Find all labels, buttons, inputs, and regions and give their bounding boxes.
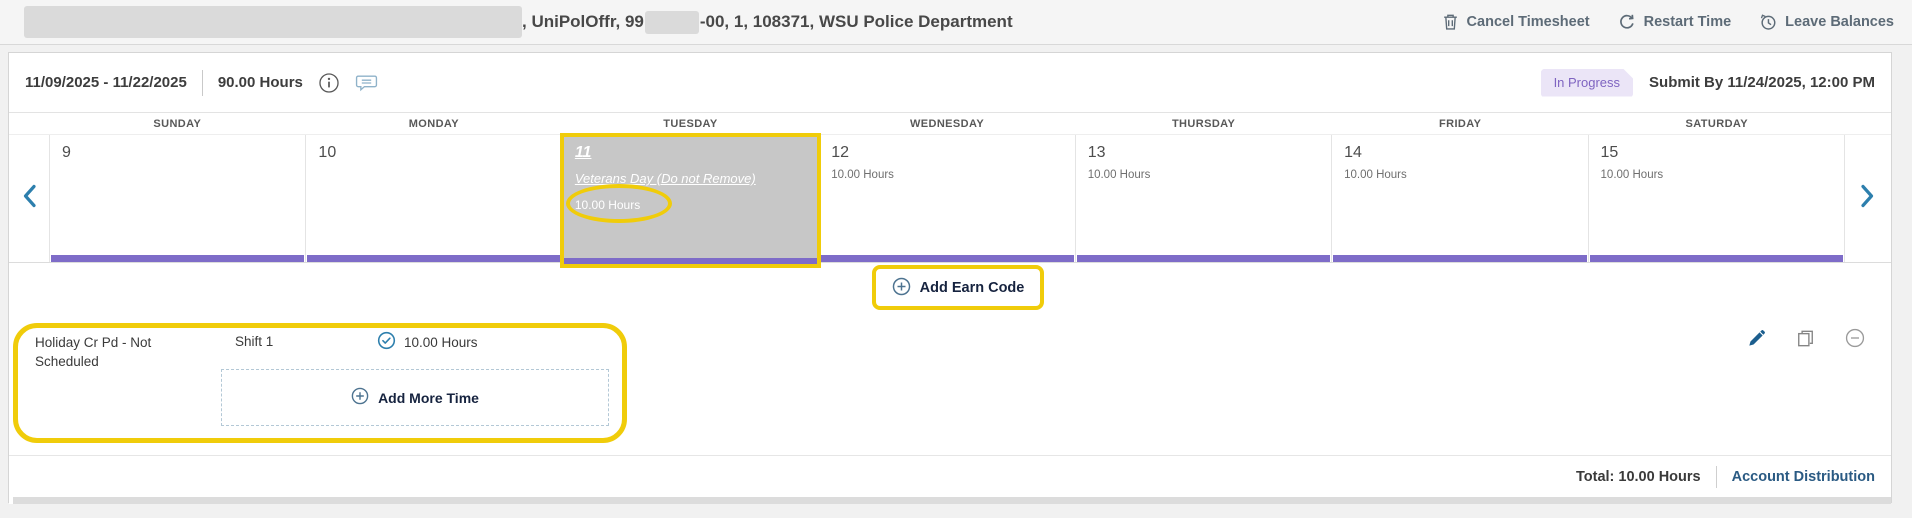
info-icon[interactable] — [318, 72, 340, 94]
plus-circle-icon — [892, 277, 911, 300]
earn-code-name: Holiday Cr Pd - Not Scheduled — [35, 335, 152, 369]
day-cell-10[interactable]: 10 — [305, 135, 561, 262]
redacted-position-number — [644, 10, 699, 34]
clock-history-icon — [1759, 13, 1777, 31]
chevron-right-icon — [1860, 184, 1875, 213]
timesheet-panel: 11/09/2025 - 11/22/2025 90.00 Hours In P… — [8, 52, 1892, 504]
day-number: 14 — [1344, 144, 1362, 161]
day-progress-bar — [1076, 255, 1331, 262]
day-cell-12[interactable]: 12 10.00 Hours — [818, 135, 1074, 262]
earn-code-entry-section: Holiday Cr Pd - Not Scheduled Shift 1 10… — [9, 313, 1891, 456]
divider — [201, 69, 203, 96]
day-progress-bar — [820, 255, 1074, 262]
cancel-timesheet-label: Cancel Timesheet — [1466, 14, 1590, 30]
add-earn-code-label: Add Earn Code — [919, 280, 1025, 296]
copy-icon[interactable] — [1796, 329, 1815, 348]
submit-by-text: Submit By 11/24/2025, 12:00 PM — [1649, 74, 1875, 91]
title-text-mid: , UniPolOffr, 99 — [522, 12, 644, 31]
previous-week-button[interactable] — [9, 135, 49, 262]
dayname-wednesday: WEDNESDAY — [909, 118, 985, 130]
day-number: 10 — [318, 144, 337, 161]
day-number: 13 — [1087, 144, 1106, 161]
day-number: 15 — [1600, 144, 1619, 161]
add-more-time-label: Add More Time — [378, 389, 479, 406]
total-hours-label: Total: 10.00 Hours — [1575, 468, 1701, 485]
day-cell-9[interactable]: 9 — [49, 135, 305, 262]
chevron-left-icon — [22, 184, 37, 213]
day-progress-bar — [307, 255, 561, 262]
totals-row: Total: 10.00 Hours Account Distribution — [9, 456, 1891, 497]
day-number: 11 — [574, 144, 592, 161]
pay-period-range: 11/09/2025 - 11/22/2025 — [25, 74, 187, 91]
divider — [1715, 465, 1717, 488]
add-more-time-button[interactable]: Add More Time — [221, 369, 609, 426]
period-info: 11/09/2025 - 11/22/2025 90.00 Hours — [25, 69, 378, 96]
holiday-label: Veterans Day (Do not Remove) — [574, 171, 756, 186]
calendar-week-row: 9 10 11 Veterans Day (Do not Remove) 10.… — [9, 133, 1891, 268]
dayname-thursday: THURSDAY — [1171, 118, 1236, 130]
horizontal-scrollbar-thumb[interactable] — [13, 497, 1891, 504]
remove-minus-circle-icon[interactable] — [1845, 328, 1865, 348]
day-hours: 10.00 Hours — [1087, 169, 1151, 181]
gutter — [9, 113, 49, 134]
day-cell-13[interactable]: 13 10.00 Hours — [1074, 135, 1331, 262]
entry-action-icons — [1747, 328, 1865, 348]
cancel-timesheet-button[interactable]: Cancel Timesheet — [1442, 13, 1590, 31]
day-number: 9 — [62, 144, 71, 161]
status-badge: In Progress — [1541, 69, 1633, 97]
page-title: , UniPolOffr, 99 -00, 1, 108371, WSU Poli… — [24, 6, 1013, 38]
shift-label: Shift 1 — [235, 334, 274, 349]
leave-balances-label: Leave Balances — [1785, 14, 1894, 30]
day-hours: 10.00 Hours — [574, 198, 641, 212]
comment-icon[interactable] — [355, 72, 378, 94]
day-name-header-row: SUNDAY MONDAY TUESDAY WEDNESDAY THURSDAY… — [9, 113, 1891, 135]
restart-icon — [1618, 13, 1636, 31]
edit-pencil-icon[interactable] — [1747, 329, 1766, 348]
next-week-button[interactable] — [1845, 135, 1891, 262]
leave-balances-button[interactable]: Leave Balances — [1759, 13, 1894, 31]
clock-check-icon — [377, 331, 396, 353]
day-cell-14[interactable]: 14 10.00 Hours — [1331, 135, 1587, 262]
day-progress-bar — [563, 258, 818, 265]
dayname-sunday: SUNDAY — [153, 118, 202, 130]
period-total-hours: 90.00 Hours — [217, 74, 303, 91]
add-earn-code-button[interactable]: Add Earn Code — [892, 277, 1025, 300]
redacted-employee-name — [24, 6, 522, 38]
day-hours: 10.00 Hours — [1600, 169, 1664, 181]
timesheet-header: , UniPolOffr, 99 -00, 1, 108371, WSU Poli… — [0, 0, 1912, 45]
dayname-tuesday: TUESDAY — [663, 118, 718, 130]
plus-circle-icon — [351, 387, 369, 408]
day-cell-11-selected[interactable]: 11 Veterans Day (Do not Remove) 10.00 Ho… — [559, 133, 822, 268]
horizontal-scrollbar-track — [9, 497, 1891, 504]
day-progress-bar — [1333, 255, 1587, 262]
restart-time-button[interactable]: Restart Time — [1618, 13, 1732, 31]
trash-icon — [1442, 13, 1459, 31]
header-actions: Cancel Timesheet Restart Time Leave Bala… — [1442, 13, 1894, 31]
day-progress-bar — [51, 255, 305, 262]
period-row: 11/09/2025 - 11/22/2025 90.00 Hours In P… — [9, 53, 1891, 113]
gutter — [1845, 113, 1891, 134]
dayname-saturday: SATURDAY — [1685, 118, 1748, 130]
entry-hours: 10.00 Hours — [377, 331, 478, 353]
dayname-monday: MONDAY — [408, 118, 459, 130]
title-text-suffix: -00, 1, 108371, WSU Police Department — [699, 12, 1013, 31]
day-hours: 10.00 Hours — [831, 169, 894, 181]
restart-time-label: Restart Time — [1643, 14, 1732, 30]
day-hours: 10.00 Hours — [1344, 169, 1407, 181]
status-area: In Progress Submit By 11/24/2025, 12:00 … — [1541, 69, 1875, 97]
day-number: 12 — [831, 144, 850, 161]
add-earn-code-row: Add Earn Code — [9, 263, 1891, 313]
day-progress-bar — [1589, 255, 1843, 262]
dayname-friday: FRIDAY — [1439, 118, 1482, 130]
add-more-time-inner: Add More Time — [351, 387, 479, 408]
day-cell-15[interactable]: 15 10.00 Hours — [1587, 135, 1845, 262]
account-distribution-link[interactable]: Account Distribution — [1732, 469, 1875, 485]
entry-hours-value: 10.00 Hours — [404, 334, 478, 350]
